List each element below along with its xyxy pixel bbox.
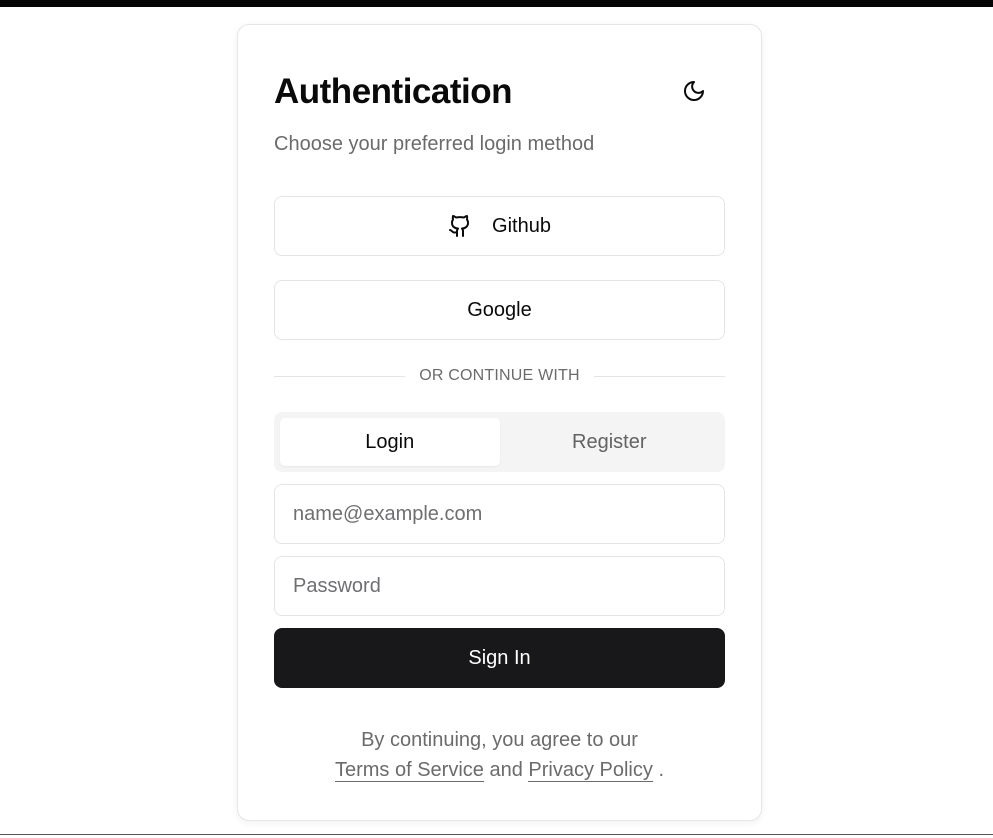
theme-toggle-button[interactable]: [676, 75, 712, 111]
window-bottom-edge: [0, 834, 993, 838]
google-login-button[interactable]: Google: [274, 280, 725, 340]
tab-login[interactable]: Login: [280, 418, 500, 466]
divider-text: OR CONTINUE WITH: [419, 367, 580, 384]
divider: OR CONTINUE WITH: [274, 365, 725, 387]
divider-line-right: [593, 375, 725, 377]
password-field[interactable]: [274, 556, 725, 616]
auth-tabs: Login Register: [274, 412, 725, 472]
github-icon: [448, 214, 472, 238]
window-top-bar: [0, 0, 993, 7]
page-title: Authentication: [274, 72, 512, 111]
moon-icon: [682, 79, 706, 108]
terms-conjunction: and: [489, 759, 523, 781]
github-button-label: Github: [492, 214, 551, 237]
page-subtitle: Choose your preferred login method: [274, 133, 595, 155]
auth-card: Authentication Choose your preferred log…: [237, 24, 762, 821]
tab-register[interactable]: Register: [500, 418, 720, 466]
privacy-policy-link[interactable]: Privacy Policy: [528, 759, 653, 782]
google-button-label: Google: [467, 298, 532, 321]
sign-in-button[interactable]: Sign In: [274, 628, 725, 688]
github-login-button[interactable]: Github: [274, 196, 725, 256]
email-field[interactable]: [274, 484, 725, 544]
terms-of-service-link[interactable]: Terms of Service: [334, 759, 484, 782]
divider-line-left: [274, 375, 406, 377]
terms-notice: By continuing, you agree to our Terms of…: [274, 725, 725, 785]
terms-suffix: .: [658, 759, 665, 781]
terms-prefix: By continuing, you agree to our: [361, 729, 638, 751]
